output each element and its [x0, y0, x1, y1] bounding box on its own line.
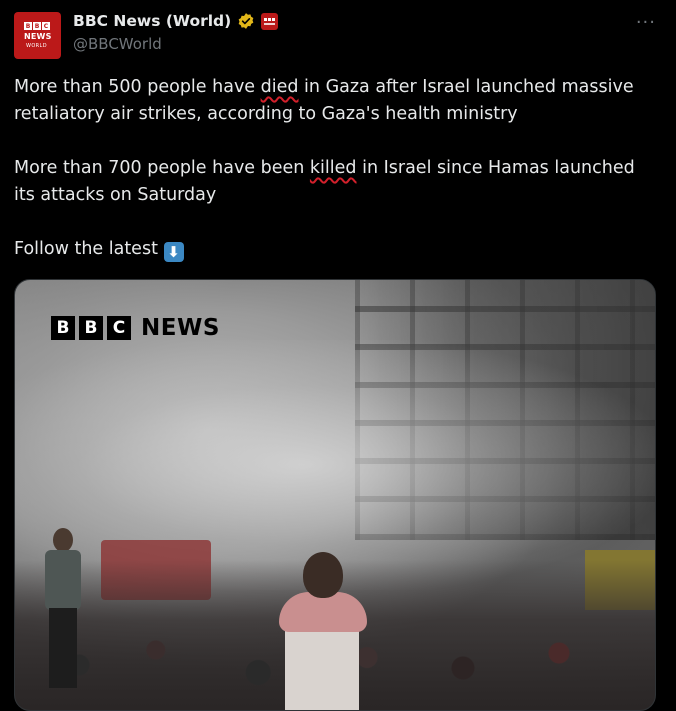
tweet-text: More than 500 people have died in Gaza a…	[14, 74, 654, 290]
avatar-letter: B	[33, 22, 41, 30]
tweet-text-segment: Follow the latest	[14, 239, 164, 259]
man-with-scarf	[271, 552, 371, 710]
author-display-name[interactable]: BBC News (World)	[73, 12, 231, 30]
verified-badge-icon	[238, 13, 254, 29]
tweet-media-image[interactable]: B B C NEWS	[14, 279, 656, 711]
tweet-text-segment: More than 500 people have	[14, 77, 261, 97]
spellcheck-marked-word: killed	[309, 158, 357, 178]
avatar-bbc-blocks: B B C	[24, 22, 50, 30]
tweet-paragraph-1: More than 500 people have died in Gaza a…	[14, 74, 654, 128]
logo-letter-box: C	[107, 316, 131, 340]
logo-letter-box: B	[79, 316, 103, 340]
author-name-row: BBC News (World)	[73, 12, 279, 30]
avatar-news-text: NEWS	[24, 32, 52, 41]
tweet-text-segment: More than 700 people have been	[14, 158, 310, 178]
avatar-letter: C	[42, 22, 50, 30]
author-handle[interactable]: @BBCWorld	[73, 35, 162, 53]
down-arrow-icon: ⬇	[163, 242, 184, 262]
bbc-news-logo: B B C NEWS	[51, 315, 220, 341]
more-options-button[interactable]: ···	[636, 12, 656, 33]
profile-avatar[interactable]: B B C NEWS WORLD	[14, 12, 61, 59]
bbc-affiliation-icon[interactable]	[261, 12, 279, 30]
avatar-letter: B	[24, 22, 32, 30]
tweet-paragraph-3: Follow the latest ⬇	[14, 236, 654, 263]
standing-man	[41, 528, 85, 688]
avatar-world-text: WORLD	[26, 43, 47, 49]
logo-news-word: NEWS	[141, 315, 220, 341]
spellcheck-marked-word: died	[260, 77, 299, 97]
tweet-paragraph-2: More than 700 people have been killed in…	[14, 155, 654, 209]
logo-letter-box: B	[51, 316, 75, 340]
